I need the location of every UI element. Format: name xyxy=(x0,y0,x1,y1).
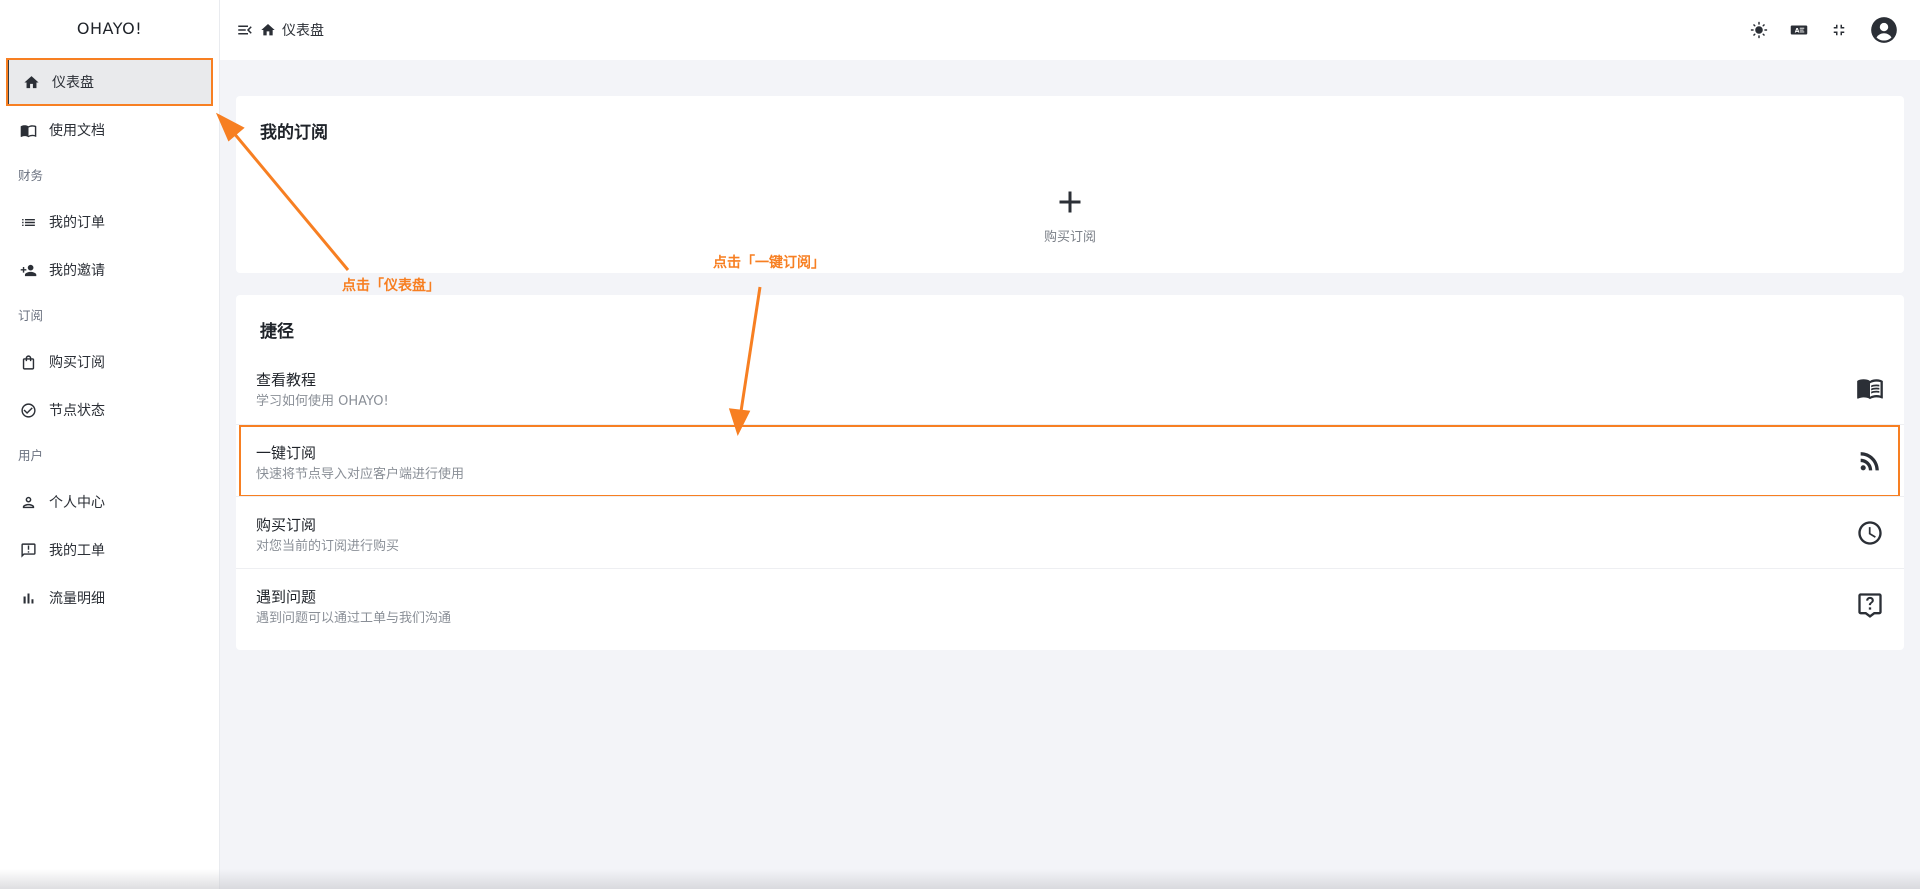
fullscreen-exit-icon[interactable] xyxy=(1830,21,1848,39)
home-icon xyxy=(23,74,40,91)
annotation-dashboard-hint: 点击「仪表盘」 xyxy=(342,278,440,294)
sidebar-item-label: 个人中心 xyxy=(49,495,105,511)
shortcut-list: 查看教程 学习如何使用 OHAYO! 一键订阅 快速将节点导入对应客户端进行使用… xyxy=(236,352,1904,640)
shortcut-title: 一键订阅 xyxy=(256,444,317,462)
sidebar: OHAYO! 仪表盘 使用文档 财务 我的订单 我的邀请 订阅 购买订阅 节点状… xyxy=(0,0,220,889)
plus-icon xyxy=(1052,184,1088,220)
nav-group-subscription: 订阅 xyxy=(18,308,44,323)
sidebar-item-orders[interactable]: 我的订单 xyxy=(0,198,219,246)
sidebar-item-dashboard[interactable]: 仪表盘 xyxy=(6,58,213,106)
svg-text:A: A xyxy=(1795,28,1800,35)
shortcut-item-help[interactable]: 遇到问题 遇到问题可以通过工单与我们沟通 xyxy=(236,568,1904,640)
breadcrumb-home-icon[interactable] xyxy=(260,22,276,38)
account-icon[interactable] xyxy=(1870,16,1898,44)
book-open-icon xyxy=(1856,374,1884,402)
shopping-bag-icon xyxy=(20,354,37,371)
shortcut-card: 捷径 查看教程 学习如何使用 OHAYO! 一键订阅 快速将节点导入对应客户端进… xyxy=(236,295,1904,650)
sidebar-item-label: 节点状态 xyxy=(49,403,105,419)
shortcut-desc: 对您当前的订阅进行购买 xyxy=(256,539,400,554)
shortcut-desc: 学习如何使用 OHAYO! xyxy=(256,394,389,409)
sidebar-item-label: 使用文档 xyxy=(49,123,105,139)
person-icon xyxy=(20,494,37,511)
book-icon xyxy=(20,122,37,139)
sidebar-nav: 仪表盘 使用文档 财务 我的订单 我的邀请 订阅 购买订阅 节点状态 用户 个人… xyxy=(0,58,219,622)
feedback-icon xyxy=(20,542,37,559)
sidebar-item-invites[interactable]: 我的邀请 xyxy=(0,246,219,294)
clock-icon xyxy=(1856,519,1884,547)
sidebar-item-label: 购买订阅 xyxy=(49,355,105,371)
bar-chart-icon xyxy=(20,590,37,607)
buy-subscription-label: 购买订阅 xyxy=(1043,230,1096,245)
sidebar-item-node-status[interactable]: 节点状态 xyxy=(0,386,219,434)
sidebar-item-docs[interactable]: 使用文档 xyxy=(0,106,219,154)
help-chat-icon xyxy=(1856,591,1884,619)
sidebar-item-traffic[interactable]: 流量明细 xyxy=(0,574,219,622)
theme-sun-icon[interactable] xyxy=(1750,21,1768,39)
sidebar-item-label: 我的订单 xyxy=(49,215,105,231)
top-header: 仪表盘 A xyxy=(220,0,1920,60)
shortcut-title: 查看教程 xyxy=(256,371,317,389)
shortcut-desc: 快速将节点导入对应客户端进行使用 xyxy=(256,467,465,482)
rss-icon xyxy=(1856,447,1884,475)
sidebar-item-profile[interactable]: 个人中心 xyxy=(0,478,219,526)
sidebar-item-label: 流量明细 xyxy=(49,591,105,607)
shortcut-title: 购买订阅 xyxy=(256,516,317,534)
invite-users-icon xyxy=(20,262,37,279)
subscription-card-title: 我的订阅 xyxy=(260,123,328,143)
buy-subscription-button[interactable]: 购买订阅 xyxy=(236,184,1904,245)
shortcut-card-title: 捷径 xyxy=(260,322,294,342)
header-actions: A xyxy=(1750,0,1898,60)
menu-collapse-icon[interactable] xyxy=(236,21,254,39)
shortcut-item-one-click-subscribe[interactable]: 一键订阅 快速将节点导入对应客户端进行使用 xyxy=(236,424,1904,497)
sidebar-item-label: 我的邀请 xyxy=(49,263,105,279)
list-icon xyxy=(20,214,37,231)
annotation-subscribe-hint: 点击「一键订阅」 xyxy=(713,255,825,271)
breadcrumb: 仪表盘 xyxy=(282,23,324,39)
shortcut-desc: 遇到问题可以通过工单与我们沟通 xyxy=(256,611,452,626)
shortcut-item-buy-subscription[interactable]: 购买订阅 对您当前的订阅进行购买 xyxy=(236,496,1904,568)
sidebar-item-buy-subscription[interactable]: 购买订阅 xyxy=(0,338,219,386)
subscription-card: 我的订阅 购买订阅 xyxy=(236,96,1904,273)
bottom-shadow xyxy=(0,869,1920,889)
sidebar-item-label: 仪表盘 xyxy=(52,75,94,91)
brand-logo[interactable]: OHAYO! xyxy=(0,0,219,58)
nav-group-finance: 财务 xyxy=(18,168,44,183)
shortcut-item-tutorial[interactable]: 查看教程 学习如何使用 OHAYO! xyxy=(236,352,1904,424)
sidebar-item-tickets[interactable]: 我的工单 xyxy=(0,526,219,574)
sidebar-item-label: 我的工单 xyxy=(49,543,105,559)
check-circle-icon xyxy=(20,402,37,419)
translate-icon[interactable]: A xyxy=(1790,21,1808,39)
shortcut-title: 遇到问题 xyxy=(256,588,317,606)
nav-group-user: 用户 xyxy=(18,448,44,463)
